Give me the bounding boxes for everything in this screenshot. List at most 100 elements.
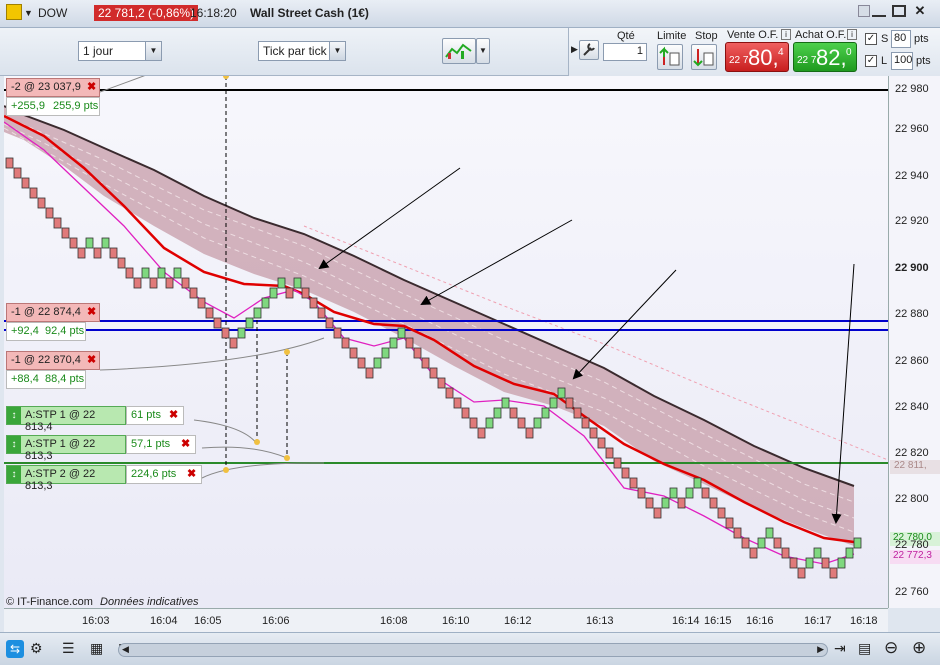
stop-label: Stop	[695, 30, 718, 42]
time-tick-label: 16:14	[672, 615, 700, 627]
renko-brick-down	[125, 267, 134, 279]
renko-brick-down	[421, 357, 430, 369]
chart-area[interactable]: -2 @ 23 037,9 ✖ +255,9 255,9 pts -1 @ 22…	[4, 76, 888, 608]
indicator-icon[interactable]: ⚙	[30, 640, 43, 657]
stop-tag[interactable]: ↕ A:STP 1 @ 22 813,3	[6, 435, 126, 462]
chart-type-button[interactable]	[442, 38, 476, 64]
order-anchor-dot[interactable]	[223, 76, 229, 79]
collapse-arrow-icon[interactable]: ▶	[571, 44, 578, 55]
price-tick-label: 22 900	[895, 262, 929, 274]
renko-brick-down	[565, 397, 574, 409]
close-icon[interactable]: ✖	[169, 408, 178, 421]
wrench-button[interactable]	[579, 40, 599, 60]
instrument-label: Wall Street Cash (1€)	[250, 6, 369, 20]
renko-brick-down	[133, 277, 142, 289]
order-anchor-dot[interactable]	[284, 349, 290, 355]
price-tick-label: 22 840	[895, 401, 929, 413]
price-tick-label: 22 820	[895, 447, 929, 459]
sell-button[interactable]: 22 7 80, 4	[725, 42, 789, 72]
l-points-input[interactable]: 100	[891, 52, 913, 70]
price-axis[interactable]: 22 811, 22 780,0 22 772,3 22 980 22 960 22…	[888, 76, 940, 608]
list-icon[interactable]: ☰	[62, 640, 75, 657]
renko-brick-down	[149, 277, 158, 289]
grid-icon[interactable]: ▦	[90, 640, 103, 657]
order-tag[interactable]: -1 @ 22 874,4 ✖	[6, 303, 100, 322]
qty-input[interactable]: 1	[603, 43, 647, 61]
close-icon[interactable]: ✕	[912, 4, 928, 18]
renko-brick-down	[573, 407, 582, 419]
chart-canvas[interactable]	[4, 76, 888, 608]
chevron-down-icon[interactable]: ▼	[145, 42, 161, 60]
price-tick-label: 22 980	[895, 83, 929, 95]
renko-brick-down	[613, 457, 622, 469]
stop-tag[interactable]: ↕ A:STP 2 @ 22 813,3	[6, 465, 126, 492]
scroll-right-icon[interactable]: ▶	[817, 644, 824, 655]
zoom-in-icon[interactable]: ⊕	[912, 638, 926, 658]
renko-brick-up	[685, 487, 694, 499]
renko-brick-down	[309, 297, 318, 309]
renko-brick-down	[637, 487, 646, 499]
renko-brick-down	[749, 547, 758, 559]
stop-order-button[interactable]	[691, 44, 717, 70]
renko-brick-down	[589, 427, 598, 439]
renko-brick-up	[493, 407, 502, 419]
renko-brick-up	[277, 277, 286, 289]
share-icon[interactable]: ⇆	[6, 640, 24, 658]
order-tag[interactable]: -1 @ 22 870,4 ✖	[6, 351, 100, 370]
stop-anchor-dot[interactable]	[223, 467, 229, 473]
close-icon[interactable]: ✖	[181, 437, 190, 450]
scroll-left-icon[interactable]: ◀	[122, 644, 129, 655]
horizontal-scrollbar[interactable]: ◀ ▶	[118, 643, 828, 657]
toolbar: 1 jour ▼ Tick par tick ▼ ▼ ▶ Qté 1 Limit…	[0, 28, 940, 76]
close-icon[interactable]: ✖	[87, 305, 96, 318]
stop-points: 224,6 pts	[131, 468, 177, 480]
limit-order-button[interactable]	[657, 44, 683, 70]
renko-brick-down	[53, 217, 62, 229]
close-icon[interactable]: ✖	[87, 80, 96, 93]
renko-brick-down	[453, 397, 462, 409]
stop-tag[interactable]: ↕ A:STP 1 @ 22 813,4	[6, 406, 126, 433]
chevron-down-icon[interactable]: ▼	[329, 42, 345, 60]
period-select[interactable]: 1 jour ▼	[78, 41, 162, 61]
buy-info-icon[interactable]: i	[847, 29, 857, 40]
sell-info-icon[interactable]: i	[781, 29, 791, 40]
symbol-label: DOW	[38, 6, 68, 20]
close-icon[interactable]: ✖	[187, 467, 196, 480]
stop-pts: 61 pts ✖	[126, 406, 184, 425]
chart-type-dropdown[interactable]: ▼	[476, 38, 490, 64]
close-icon[interactable]: ✖	[87, 353, 96, 366]
drag-handle-icon[interactable]: ↕	[7, 407, 21, 424]
s-checkbox[interactable]: ✓	[865, 33, 877, 45]
time-axis[interactable]: 16:03 16:04 16:05 16:06 16:08 16:10 16:12 16:13…	[4, 608, 888, 632]
stop-pts: 224,6 pts ✖	[126, 465, 202, 484]
renko-brick-up	[245, 317, 254, 329]
time-tick-label: 16:10	[442, 615, 470, 627]
order-tag[interactable]: -2 @ 23 037,9 ✖	[6, 78, 100, 97]
zoom-out-icon[interactable]: ⊖	[884, 638, 898, 658]
minimize-icon[interactable]	[872, 7, 886, 17]
layout-icon[interactable]: ▤	[858, 640, 871, 657]
dropdown-arrow-icon[interactable]: ▼	[24, 8, 33, 18]
s-points-input[interactable]: 80	[891, 30, 911, 48]
drag-handle-icon[interactable]: ↕	[7, 466, 21, 483]
renko-brick-up	[669, 487, 678, 499]
s-pts-label: pts	[914, 33, 929, 45]
maximize-icon[interactable]	[892, 5, 906, 17]
sell-price: 80,	[748, 45, 779, 70]
stop-anchor-dot[interactable]	[284, 455, 290, 461]
l-checkbox[interactable]: ✓	[865, 55, 877, 67]
mode-select[interactable]: Tick par tick ▼	[258, 41, 346, 61]
drag-handle-icon[interactable]: ↕	[7, 436, 21, 453]
stop-anchor-dot[interactable]	[254, 439, 260, 445]
time-tick-label: 16:15	[704, 615, 732, 627]
window-menu-icon[interactable]	[6, 4, 22, 20]
scroll-end-icon[interactable]: ⇥	[834, 640, 846, 657]
order-pnl: +92,4 92,4 pts	[6, 322, 86, 341]
order-pnl: +88,4 88,4 pts	[6, 370, 86, 389]
renko-brick-up	[693, 477, 702, 489]
buy-button[interactable]: 22 7 82, 0	[793, 42, 857, 72]
renko-brick-up	[549, 397, 558, 409]
renko-brick-down	[469, 417, 478, 429]
mode-value: Tick par tick	[263, 44, 327, 58]
settings-icon[interactable]	[858, 5, 870, 17]
